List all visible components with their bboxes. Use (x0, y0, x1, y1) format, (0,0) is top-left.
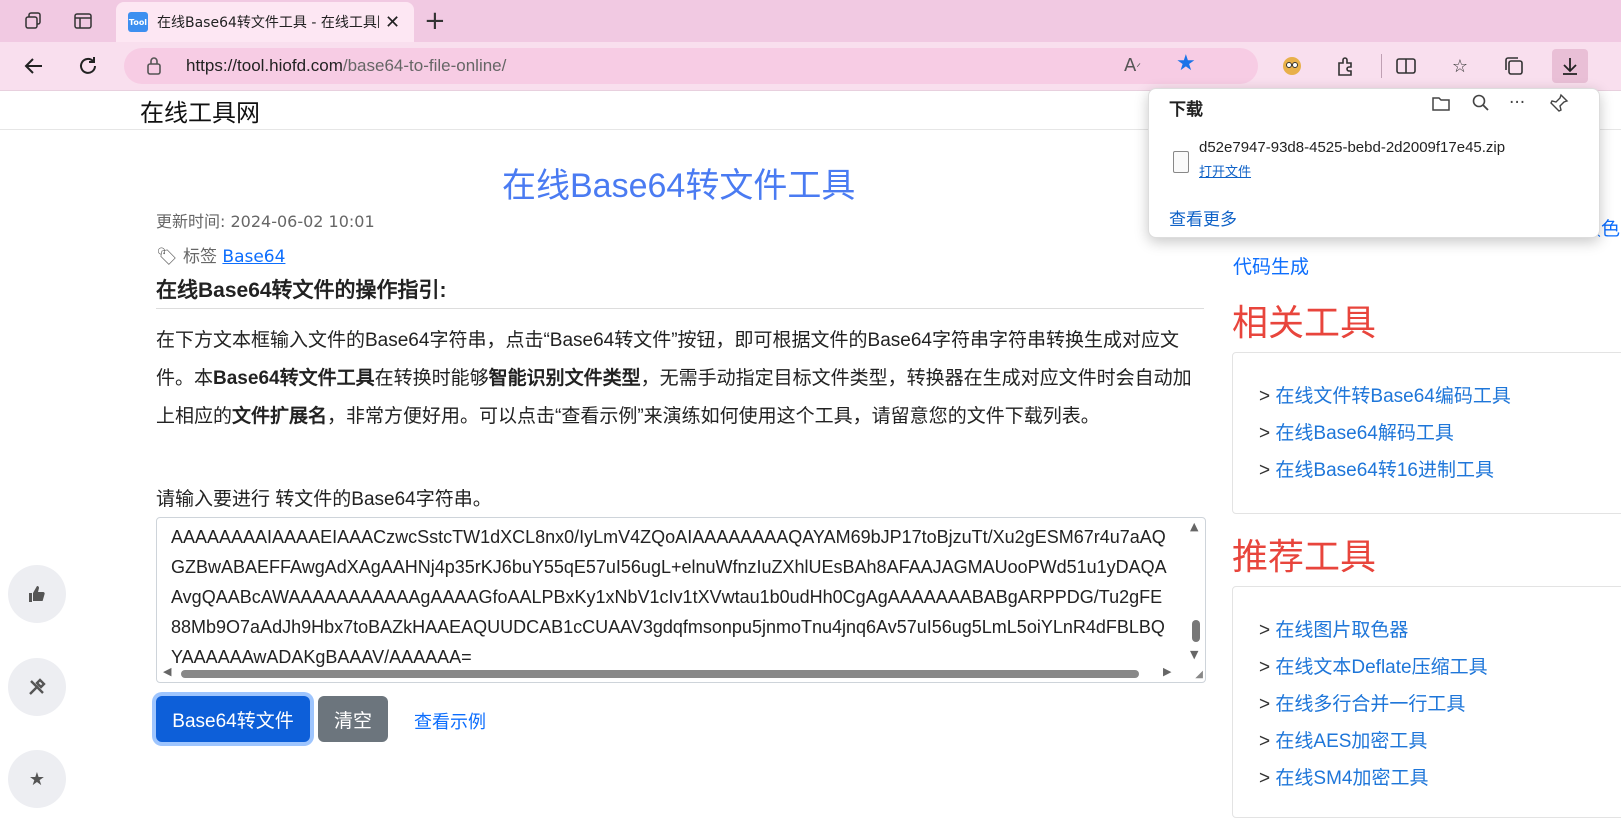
convert-button[interactable]: Base64转文件 (156, 696, 310, 742)
url-domain: https://tool.hiofd.com (186, 56, 343, 75)
downloads-flyout: 下载 ··· d52e7947-93d8-4525-bebd-2d2009f17… (1148, 88, 1600, 238)
desc-text-2: 在转换时能够 (374, 368, 489, 389)
scroll-left-icon[interactable]: ◀ (163, 665, 171, 678)
workspaces-icon[interactable] (20, 8, 46, 34)
sidebar-partial-link-3[interactable]: 代码生成 (1233, 252, 1309, 279)
file-icon (1173, 151, 1189, 173)
recommended-tools-box: > 在线图片取色器 > 在线文本Deflate压缩工具 > 在线多行合并一行工具… (1232, 586, 1621, 818)
collections-icon[interactable] (1500, 52, 1528, 80)
item-prefix: > (1259, 768, 1271, 789)
tab-bar: Tool 在线Base64转文件工具 - 在线工具网 ✕ + (0, 0, 1621, 42)
clear-button[interactable]: 清空 (318, 696, 388, 742)
star-icon[interactable]: ★ (8, 750, 66, 808)
see-more-link[interactable]: 查看更多 (1169, 205, 1237, 230)
extensions-icon[interactable] (1332, 52, 1360, 80)
related-tools-heading: 相关工具 (1232, 302, 1377, 343)
page-title: 在线Base64转文件工具 (502, 167, 856, 205)
item-prefix: > (1259, 731, 1271, 752)
item-prefix: > (1259, 386, 1271, 407)
downloads-title: 下载 (1169, 100, 1203, 119)
lock-icon[interactable] (146, 56, 162, 80)
base64-textarea[interactable]: AAAAAAAAIAAAAEIAAACzwcSstcTW1dXCL8nx0/Iy… (156, 517, 1206, 683)
guide-title: 在线Base64转文件的操作指引: (156, 279, 447, 302)
recommended-tools-heading: 推荐工具 (1232, 536, 1377, 577)
horizontal-scrollbar[interactable]: ◀ ▶ (161, 665, 1181, 680)
tools-icon[interactable] (8, 658, 66, 716)
open-file-link[interactable]: 打开文件 (1199, 161, 1251, 180)
site-logo[interactable]: 在线工具网 (140, 93, 260, 128)
thumbs-up-icon[interactable] (8, 565, 66, 623)
tab-close-icon[interactable]: ✕ (385, 12, 400, 33)
vertical-scroll-thumb[interactable] (1192, 620, 1200, 642)
recommended-tool-link[interactable]: 在线文本Deflate压缩工具 (1275, 657, 1487, 678)
tags-row: 🏷 标签 Base64 (156, 242, 285, 267)
back-icon[interactable] (20, 52, 48, 80)
url-path: /base64-to-file-online/ (342, 56, 507, 75)
tab-title: 在线Base64转文件工具 - 在线工具网 (157, 15, 379, 31)
view-example-link[interactable]: 查看示例 (414, 708, 486, 734)
recommended-tool-link[interactable]: 在线SM4加密工具 (1275, 768, 1428, 789)
navigation-bar: https://tool.hiofd.com/base64-to-file-on… (0, 42, 1621, 91)
scroll-up-icon[interactable]: ▲ (1190, 520, 1198, 533)
item-prefix: > (1259, 657, 1271, 678)
search-icon[interactable] (1471, 93, 1491, 118)
refresh-icon[interactable] (74, 52, 102, 80)
related-tool-link[interactable]: 在线Base64解码工具 (1275, 423, 1453, 444)
address-bar[interactable]: https://tool.hiofd.com/base64-to-file-on… (124, 48, 1258, 84)
input-label: 请输入要进行 转文件的Base64字符串。 (156, 489, 492, 510)
item-prefix: > (1259, 620, 1271, 641)
active-tab[interactable]: Tool 在线Base64转文件工具 - 在线工具网 ✕ (116, 2, 414, 42)
textarea-value[interactable]: AAAAAAAAIAAAAEIAAACzwcSstcTW1dXCL8nx0/Iy… (171, 522, 1171, 672)
profile-avatar-icon[interactable] (1278, 52, 1306, 80)
related-tool-link[interactable]: 在线文件转Base64编码工具 (1275, 386, 1510, 407)
recommended-tool-item[interactable]: > 在线多行合并一行工具 (1259, 689, 1465, 716)
related-tool-item[interactable]: > 在线Base64转16进制工具 (1259, 455, 1494, 482)
more-options-icon[interactable]: ··· (1509, 93, 1525, 113)
item-prefix: > (1259, 423, 1271, 444)
divider (156, 308, 1204, 309)
download-file-name[interactable]: d52e7947-93d8-4525-bebd-2d2009f17e45.zip (1199, 139, 1505, 156)
favorite-star-icon[interactable]: ★ (1176, 51, 1196, 76)
toolbar-separator (1381, 54, 1382, 78)
favorites-icon[interactable]: ☆ (1446, 52, 1474, 80)
related-tool-item[interactable]: > 在线Base64解码工具 (1259, 418, 1454, 445)
tag-link-base64[interactable]: Base64 (222, 247, 285, 267)
desc-bold-3: 文件扩展名 (232, 406, 328, 427)
recommended-tool-item[interactable]: > 在线图片取色器 (1259, 615, 1408, 642)
scroll-right-icon[interactable]: ▶ (1163, 665, 1171, 678)
url-text[interactable]: https://tool.hiofd.com/base64-to-file-on… (186, 56, 506, 76)
tab-actions-icon[interactable] (70, 8, 96, 34)
desc-bold-1: Base64转文件工具 (213, 368, 375, 389)
resize-handle-icon[interactable]: ◢ (1195, 669, 1203, 680)
horizontal-scroll-thumb[interactable] (181, 670, 1139, 678)
item-prefix: > (1259, 460, 1271, 481)
recommended-tool-item[interactable]: > 在线SM4加密工具 (1259, 763, 1428, 790)
tags-label: 标签 (183, 247, 217, 267)
recommended-tool-item[interactable]: > 在线文本Deflate压缩工具 (1259, 652, 1488, 679)
recommended-tool-item[interactable]: > 在线AES加密工具 (1259, 726, 1427, 753)
read-aloud-icon[interactable]: Aᐟ (1124, 55, 1141, 76)
related-tool-link[interactable]: 在线Base64转16进制工具 (1275, 460, 1494, 481)
vertical-scrollbar[interactable]: ▲ ▼ (1189, 520, 1203, 664)
site-favicon-icon: Tool (128, 12, 148, 32)
new-tab-icon[interactable]: + (424, 6, 446, 36)
recommended-tool-link[interactable]: 在线AES加密工具 (1275, 731, 1427, 752)
tag-icon: 🏷 (156, 247, 178, 267)
related-tool-item[interactable]: > 在线文件转Base64编码工具 (1259, 381, 1511, 408)
pin-icon[interactable] (1549, 93, 1569, 118)
update-time: 更新时间: 2024-06-02 10:01 (156, 212, 375, 231)
split-screen-icon[interactable] (1392, 52, 1420, 80)
downloads-icon[interactable] (1552, 49, 1588, 83)
desc-text-4: ，非常方便好用。可以点击“查看示例”来演练如何使用这个工具，请留意您的文件下载列… (327, 406, 1100, 427)
recommended-tool-link[interactable]: 在线多行合并一行工具 (1275, 694, 1465, 715)
related-tools-box: > 在线文件转Base64编码工具 > 在线Base64解码工具 > 在线Bas… (1232, 352, 1621, 514)
item-prefix: > (1259, 694, 1271, 715)
open-folder-icon[interactable] (1431, 93, 1451, 118)
desc-bold-2: 智能识别文件类型 (488, 368, 641, 389)
description: 在下方文本框输入文件的Base64字符串，点击“Base64转文件”按钮，即可根… (156, 322, 1204, 436)
recommended-tool-link[interactable]: 在线图片取色器 (1275, 620, 1408, 641)
scroll-down-icon[interactable]: ▼ (1190, 648, 1198, 661)
